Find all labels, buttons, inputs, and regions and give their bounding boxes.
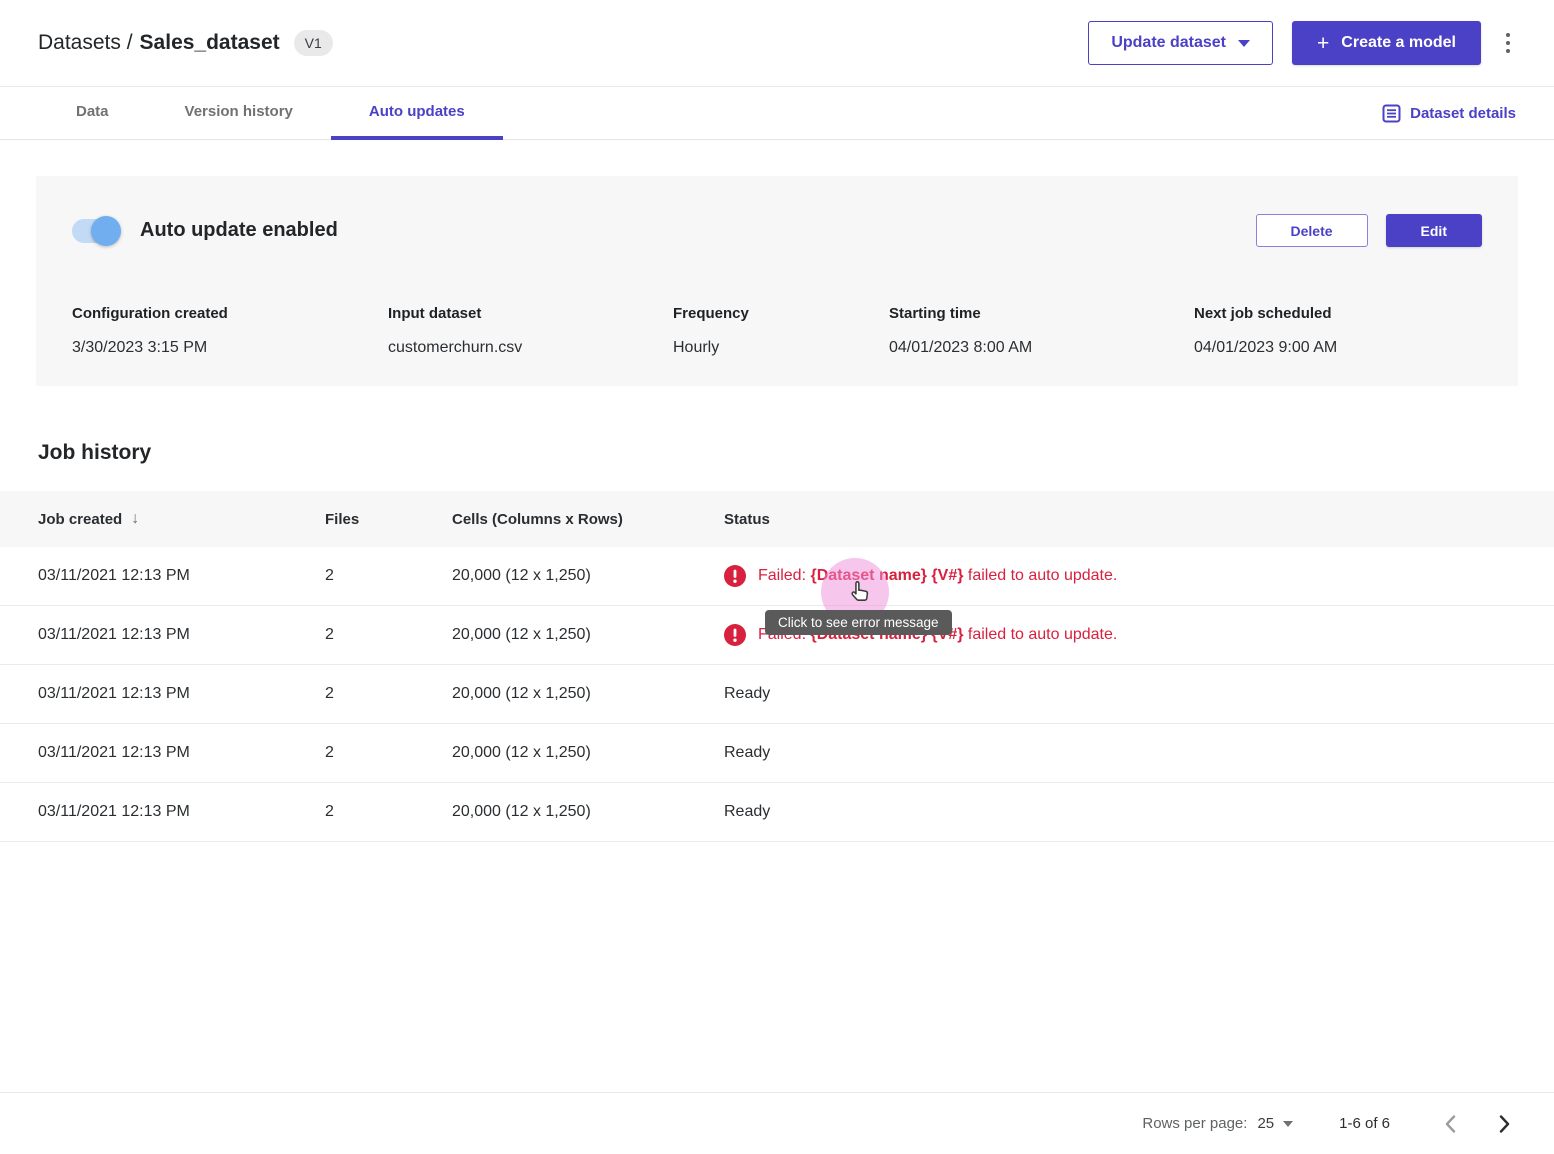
cell-job-created: 03/11/2021 12:13 PM [38, 626, 325, 644]
panel-buttons: Delete Edit [1256, 214, 1482, 247]
edit-button[interactable]: Edit [1386, 214, 1482, 247]
rows-per-page-label: Rows per page: [1142, 1115, 1247, 1132]
field-next-job-scheduled: Next job scheduled 04/01/2023 9:00 AM [1194, 305, 1482, 357]
table-row: 03/11/2021 12:13 PM 2 20,000 (12 x 1,250… [0, 665, 1554, 724]
cell-cells: 20,000 (12 x 1,250) [452, 803, 724, 821]
ready-status-text: Ready [724, 685, 770, 703]
job-history-title: Job history [38, 441, 1554, 465]
column-header-status: Status [724, 511, 1554, 528]
field-input-dataset: Input dataset customerchurn.csv [388, 305, 673, 357]
config-fields: Configuration created 3/30/2023 3:15 PM … [72, 305, 1482, 357]
page-title: Sales_dataset [140, 31, 280, 55]
column-header-job-created[interactable]: Job created ↓ [38, 510, 325, 528]
cell-cells: 20,000 (12 x 1,250) [452, 744, 724, 762]
delete-button[interactable]: Delete [1256, 214, 1368, 247]
cell-files: 2 [325, 626, 452, 644]
header-actions: Update dataset + Create a model [1088, 21, 1516, 65]
cell-status-failed[interactable]: Failed: {Dataset name} {V#} failed to au… [724, 565, 1554, 587]
tab-bar: Data Version history Auto updates Datase… [0, 87, 1554, 140]
next-page-button[interactable] [1490, 1110, 1518, 1138]
table-row: 03/11/2021 12:13 PM 2 20,000 (12 x 1,250… [0, 783, 1554, 842]
auto-update-panel: Auto update enabled Delete Edit Configur… [36, 176, 1518, 386]
previous-page-button[interactable] [1436, 1110, 1464, 1138]
failed-status-text[interactable]: Failed: {Dataset name} {V#} failed to au… [758, 567, 1117, 585]
tab-version-history[interactable]: Version history [147, 87, 331, 140]
rows-per-page-select[interactable]: 25 [1257, 1115, 1293, 1132]
table-row: 03/11/2021 12:13 PM 2 20,000 (12 x 1,250… [0, 724, 1554, 783]
chevron-down-icon [1283, 1121, 1293, 1127]
ready-status-text: Ready [724, 744, 770, 762]
document-icon [1382, 104, 1401, 123]
auto-update-toggle[interactable] [72, 219, 118, 243]
rows-per-page-value: 25 [1257, 1115, 1274, 1132]
breadcrumb: Datasets / Sales_dataset V1 [38, 30, 333, 56]
cell-files: 2 [325, 744, 452, 762]
cell-cells: 20,000 (12 x 1,250) [452, 685, 724, 703]
kebab-dot [1506, 49, 1510, 53]
pagination-footer: Rows per page: 25 1-6 of 6 [0, 1092, 1554, 1154]
cell-job-created: 03/11/2021 12:13 PM [38, 567, 325, 585]
error-icon [724, 565, 746, 587]
cell-cells: 20,000 (12 x 1,250) [452, 567, 724, 585]
panel-top-row: Auto update enabled Delete Edit [72, 176, 1482, 247]
page: Datasets / Sales_dataset V1 Update datas… [0, 0, 1554, 1154]
error-icon [724, 624, 746, 646]
column-header-files: Files [325, 511, 452, 528]
kebab-menu-icon[interactable] [1500, 27, 1516, 59]
version-badge: V1 [294, 30, 333, 56]
table-header-row: Job created ↓ Files Cells (Columns x Row… [0, 491, 1554, 547]
cell-cells: 20,000 (12 x 1,250) [452, 626, 724, 644]
chevron-down-icon [1238, 40, 1250, 47]
cell-files: 2 [325, 685, 452, 703]
table-row: 03/11/2021 12:13 PM 2 20,000 (12 x 1,250… [0, 547, 1554, 606]
auto-update-toggle-label: Auto update enabled [140, 219, 338, 242]
ready-status-text: Ready [724, 803, 770, 821]
tab-data[interactable]: Data [38, 87, 147, 140]
field-configuration-created: Configuration created 3/30/2023 3:15 PM [72, 305, 388, 357]
toggle-knob [91, 216, 121, 246]
auto-update-toggle-group: Auto update enabled [72, 219, 338, 243]
field-starting-time: Starting time 04/01/2023 8:00 AM [889, 305, 1194, 357]
kebab-dot [1506, 33, 1510, 37]
cell-files: 2 [325, 803, 452, 821]
cell-job-created: 03/11/2021 12:13 PM [38, 744, 325, 762]
column-header-cells: Cells (Columns x Rows) [452, 511, 724, 528]
pager [1436, 1110, 1518, 1138]
cell-job-created: 03/11/2021 12:13 PM [38, 685, 325, 703]
kebab-dot [1506, 41, 1510, 45]
page-header: Datasets / Sales_dataset V1 Update datas… [0, 0, 1554, 87]
dataset-details-link[interactable]: Dataset details [1382, 87, 1516, 139]
error-tooltip: Click to see error message [765, 610, 952, 635]
job-history-table: Job created ↓ Files Cells (Columns x Row… [0, 491, 1554, 842]
page-range-label: 1-6 of 6 [1339, 1115, 1390, 1132]
breadcrumb-datasets-link[interactable]: Datasets / [38, 31, 133, 55]
create-model-label: Create a model [1341, 34, 1456, 52]
dataset-details-label: Dataset details [1410, 105, 1516, 122]
field-frequency: Frequency Hourly [673, 305, 889, 357]
update-dataset-label: Update dataset [1111, 34, 1226, 52]
plus-icon: + [1317, 33, 1329, 54]
update-dataset-button[interactable]: Update dataset [1088, 21, 1273, 65]
tab-auto-updates[interactable]: Auto updates [331, 87, 503, 140]
cell-job-created: 03/11/2021 12:13 PM [38, 803, 325, 821]
create-model-button[interactable]: + Create a model [1292, 21, 1481, 65]
cell-files: 2 [325, 567, 452, 585]
sort-descending-icon: ↓ [131, 510, 139, 528]
